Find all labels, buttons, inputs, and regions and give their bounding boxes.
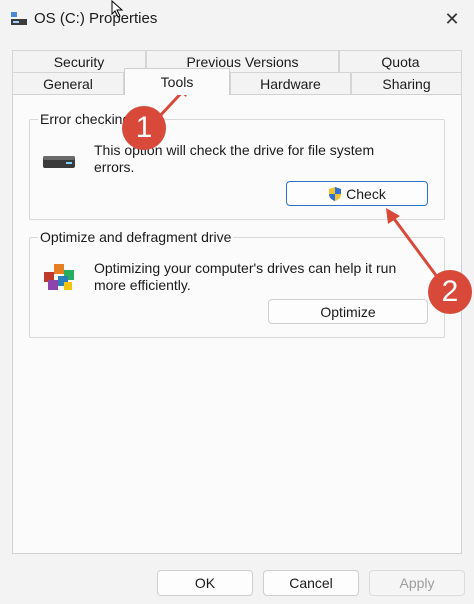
window-title: OS (C:) Properties <box>34 10 158 27</box>
group-title: Error checking <box>38 111 133 127</box>
badge-number: 2 <box>441 275 459 308</box>
ok-button-label: OK <box>194 575 216 591</box>
close-icon: ✕ <box>444 8 460 29</box>
tab-label: Quota <box>381 53 420 70</box>
drive-icon <box>43 156 75 168</box>
drive-window-icon <box>11 12 27 25</box>
tab-label: Security <box>53 53 105 70</box>
tab-sharing[interactable]: Sharing <box>351 72 462 94</box>
tab-label: General <box>43 75 93 92</box>
error-checking-group: Error checking This option will check th… <box>29 111 445 220</box>
optimize-group: Optimize and defragment drive Optimizing… <box>29 229 445 338</box>
dialog-button-bar: OK Cancel Apply <box>0 560 474 604</box>
properties-window: OS (C:) Properties ✕ Security Previous V… <box>0 0 474 604</box>
optimize-button[interactable]: Optimize <box>268 299 428 324</box>
tab-label: Tools <box>160 74 194 90</box>
defrag-icon <box>44 264 74 290</box>
cancel-button[interactable]: Cancel <box>263 570 359 596</box>
tab-general[interactable]: General <box>12 72 124 94</box>
tools-panel: Error checking This option will check th… <box>12 94 462 554</box>
apply-button[interactable]: Apply <box>369 570 465 596</box>
badge-number: 1 <box>135 111 153 144</box>
annotation-badge-1: 1 <box>122 106 166 150</box>
optimize-description: Optimizing your computer's drives can he… <box>94 260 397 293</box>
tab-tools[interactable]: Tools <box>124 68 230 95</box>
tab-label: Sharing <box>382 75 431 92</box>
tab-quota[interactable]: Quota <box>339 50 462 72</box>
optimize-button-label: Optimize <box>320 303 376 320</box>
check-button-label: Check <box>346 185 386 202</box>
title-bar: OS (C:) Properties ✕ <box>0 0 474 38</box>
ok-button[interactable]: OK <box>157 570 253 596</box>
tab-label: Hardware <box>260 75 321 92</box>
cancel-button-label: Cancel <box>289 575 333 591</box>
annotation-badge-2: 2 <box>428 270 472 314</box>
shield-icon <box>329 186 342 201</box>
apply-button-label: Apply <box>399 575 435 591</box>
tab-hardware[interactable]: Hardware <box>230 72 351 94</box>
close-button[interactable]: ✕ <box>432 4 472 34</box>
check-button[interactable]: Check <box>286 181 428 206</box>
group-title: Optimize and defragment drive <box>38 229 234 245</box>
mouse-cursor-icon <box>111 0 124 18</box>
